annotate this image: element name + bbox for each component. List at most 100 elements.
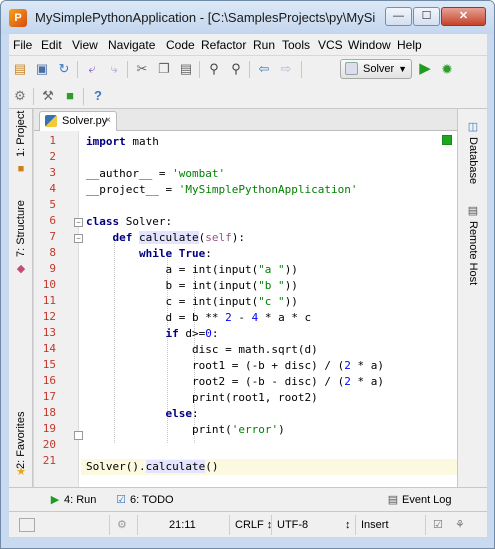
- background-tasks-icon[interactable]: ⚙: [117, 516, 127, 534]
- caret-position[interactable]: 21:11: [169, 516, 196, 534]
- code-line: __author__ = 'wombat': [86, 167, 226, 180]
- cut-icon[interactable]: ✂: [133, 60, 151, 78]
- redo-icon[interactable]: ⤷: [105, 60, 123, 78]
- no-errors-indicator-icon[interactable]: [442, 135, 452, 145]
- code-line: else:: [165, 407, 199, 420]
- editor-tab-label: Solver.py: [62, 115, 108, 127]
- inspector-icon[interactable]: ⚘: [455, 516, 465, 534]
- minimize-button[interactable]: —: [385, 7, 412, 26]
- project-tool-tab[interactable]: 1: Project: [15, 111, 27, 157]
- line-number: 20: [42, 438, 56, 451]
- find-icon[interactable]: ⚲: [205, 60, 223, 78]
- code-line: root1 = (-b + disc) / (2 * a): [86, 359, 385, 372]
- insert-mode[interactable]: Insert: [361, 516, 389, 534]
- run-icon[interactable]: ▶: [416, 60, 434, 78]
- line-separator-selector[interactable]: CRLF ↕: [235, 516, 272, 534]
- close-button[interactable]: ✕: [441, 7, 486, 26]
- save-all-icon[interactable]: ▣: [33, 60, 51, 78]
- run-configuration-dropdown[interactable]: Solver ▼: [340, 59, 412, 79]
- editor-tab-solver[interactable]: Solver.py ×: [39, 111, 117, 131]
- menu-edit[interactable]: Edit: [41, 38, 62, 52]
- database-tool-tab[interactable]: Database: [467, 137, 479, 184]
- synchronize-icon[interactable]: ↻: [55, 60, 73, 78]
- code-line: disc = math.sqrt(d): [86, 343, 318, 356]
- copy-icon[interactable]: ❐: [155, 60, 173, 78]
- line-number: 13: [42, 326, 56, 339]
- back-arrow-icon[interactable]: ⇦: [255, 60, 273, 78]
- code-line: print('error'): [86, 423, 285, 436]
- menu-file[interactable]: File: [13, 38, 32, 52]
- menu-window[interactable]: Window: [348, 38, 391, 52]
- toolbar-separator: [33, 88, 34, 105]
- maximize-button[interactable]: ☐: [413, 7, 440, 26]
- encoding-selector[interactable]: UTF-8: [277, 516, 308, 534]
- run-tool-button[interactable]: ▶ 4: Run: [49, 493, 97, 506]
- debug-icon[interactable]: ✹: [438, 60, 456, 78]
- code-line: c = int(input("c ")): [86, 295, 298, 308]
- encoding-arrow-icon[interactable]: ↕: [345, 516, 351, 534]
- undo-icon[interactable]: ⤶: [83, 60, 101, 78]
- ide-window: P MySimplePythonApplication - [C:\Sample…: [0, 0, 495, 549]
- replace-icon[interactable]: ⚲: [227, 60, 245, 78]
- menu-code[interactable]: Code: [166, 38, 195, 52]
- todo-tool-button[interactable]: ☑ 6: TODO: [115, 493, 174, 506]
- project-structure-icon[interactable]: ⚒: [39, 87, 57, 105]
- todo-icon: ☑: [116, 494, 126, 506]
- code-line: __project__ = 'MySimplePythonApplication…: [86, 183, 358, 196]
- line-number: 9: [49, 262, 56, 275]
- code-line: while True:: [138, 247, 212, 260]
- help-icon[interactable]: ?: [89, 87, 107, 105]
- code-line: b = int(input("b ")): [86, 279, 298, 292]
- menu-run[interactable]: Run: [253, 38, 275, 52]
- menu-view[interactable]: View: [72, 38, 98, 52]
- python-config-icon: [345, 62, 358, 75]
- title-bar: P MySimplePythonApplication - [C:\Sample…: [1, 1, 494, 34]
- line-number: 10: [42, 278, 56, 291]
- open-folder-icon[interactable]: ▤: [11, 60, 29, 78]
- code-line: def calculate(self):: [112, 231, 245, 244]
- code-editor[interactable]: 1 2 3 4 5 6 7 8 9 10 11 12 13 14 15 16 1…: [34, 131, 457, 487]
- code-line: import math: [86, 135, 159, 148]
- paste-icon[interactable]: ▤: [177, 60, 195, 78]
- line-number: 16: [42, 374, 56, 387]
- menu-bar: File Edit View Navigate Code Refactor Ru…: [9, 34, 487, 56]
- toolbar-separator: [301, 61, 302, 78]
- project-icon: ■: [17, 163, 25, 175]
- right-tool-strip: ◫ Database ▤ Remote Host: [457, 109, 487, 487]
- favorites-tool-tab[interactable]: 2: Favorites: [15, 412, 27, 469]
- line-number: 6: [49, 214, 56, 227]
- line-number: 3: [49, 166, 56, 179]
- pycharm-app-icon[interactable]: P: [9, 9, 27, 27]
- toolbar-separator: [77, 61, 78, 78]
- menu-help[interactable]: Help: [397, 38, 422, 52]
- line-number: 7: [49, 230, 56, 243]
- line-number: 4: [49, 182, 56, 195]
- event-log-label: Event Log: [402, 494, 452, 506]
- editor-tab-bar: Solver.py ×: [34, 109, 457, 131]
- settings-icon[interactable]: ⚙: [11, 87, 29, 105]
- menu-refactor[interactable]: Refactor: [201, 38, 246, 52]
- status-separator: [355, 515, 356, 535]
- event-log-button[interactable]: ▤ Event Log: [387, 493, 452, 506]
- remote-host-tool-tab[interactable]: Remote Host: [467, 221, 479, 285]
- event-log-icon: ▤: [387, 494, 399, 506]
- menu-vcs[interactable]: VCS: [318, 38, 343, 52]
- menu-navigate[interactable]: Navigate: [108, 38, 155, 52]
- menu-tools[interactable]: Tools: [282, 38, 310, 52]
- line-number: 8: [49, 246, 56, 259]
- status-separator: [137, 515, 138, 535]
- window-title: MySimplePythonApplication - [C:\SamplesP…: [35, 10, 375, 25]
- structure-tool-tab[interactable]: 7: Structure: [15, 200, 27, 257]
- code-area[interactable]: import math __author__ = 'wombat' __proj…: [81, 131, 457, 487]
- forward-arrow-icon[interactable]: ⇨: [277, 60, 295, 78]
- line-number: 18: [42, 406, 56, 419]
- python-console-icon[interactable]: ■: [61, 87, 79, 105]
- line-number: 15: [42, 358, 56, 371]
- code-line: class Solver:: [86, 215, 173, 228]
- tool-windows-toggle-icon[interactable]: [19, 518, 35, 532]
- toolbar-separator: [249, 61, 250, 78]
- bottom-tool-bar: ▶ 4: Run ☑ 6: TODO ▤ Event Log: [9, 487, 487, 511]
- secondary-toolbar: ⚙ ⚒ ■ ?: [9, 83, 487, 109]
- lock-icon[interactable]: ☑: [433, 516, 443, 534]
- close-tab-icon[interactable]: ×: [105, 112, 111, 130]
